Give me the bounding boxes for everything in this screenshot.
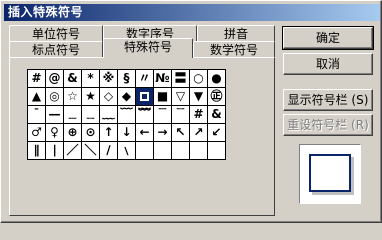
ok-button[interactable]: 确定 [282, 26, 374, 50]
symbol-cell[interactable]: § [118, 70, 136, 88]
symbol-cell-selected[interactable] [136, 88, 154, 106]
symbol-cell[interactable]: ▽ [172, 88, 190, 106]
symbol-cell[interactable]: ﹋ [118, 106, 136, 124]
symbol-cell[interactable]: ★ [82, 88, 100, 106]
symbol-cell[interactable]: ◆ [118, 88, 136, 106]
symbol-cell[interactable]: @ [46, 70, 64, 88]
tab-math-symbols[interactable]: 数学符号 [193, 41, 275, 58]
symbol-cell[interactable]: 〓 [172, 70, 190, 88]
symbol-cell[interactable]: ○ [190, 70, 208, 88]
symbol-cell[interactable]: ﹍ [64, 106, 82, 124]
symbol-cell[interactable]: & [64, 70, 82, 88]
symbol-cell[interactable]: ↖ [172, 124, 190, 142]
symbol-cell[interactable] [154, 142, 172, 160]
symbol-cell[interactable]: ＼ [82, 142, 100, 160]
symbol-cell[interactable]: ▼ [190, 88, 208, 106]
symbol-cell[interactable]: ☆ [64, 88, 82, 106]
symbol-cell[interactable]: ↓ [118, 124, 136, 142]
symbol-cell[interactable]: ﹊ [172, 106, 190, 124]
symbol-cell[interactable]: # [190, 106, 208, 124]
selected-symbol-glyph [140, 92, 149, 101]
title-bar: 插入特殊符号 [4, 4, 380, 21]
symbol-cell[interactable] [136, 142, 154, 160]
cancel-button-label: 取消 [315, 57, 340, 71]
symbol-cell[interactable] [190, 142, 208, 160]
symbol-cell[interactable]: — [46, 106, 64, 124]
symbol-cell[interactable]: ／ [64, 142, 82, 160]
reset-symbol-toolbar-button[interactable]: 重设符号栏 (R) [283, 114, 373, 136]
show-symbol-toolbar-button[interactable]: 显示符号栏 (S) [283, 89, 373, 111]
cancel-button[interactable]: 取消 [283, 53, 373, 75]
symbol-cell[interactable]: ◎ [46, 88, 64, 106]
symbol-cell[interactable]: → [154, 124, 172, 142]
dialog-title: 插入特殊符号 [8, 5, 84, 19]
symbol-cell[interactable]: ■ [154, 88, 172, 106]
preview-square-symbol [309, 154, 351, 192]
symbol-cell[interactable] [172, 142, 190, 160]
symbol-cell[interactable]: ↙ [208, 124, 226, 142]
symbol-cell[interactable]: ◇ [100, 88, 118, 106]
symbol-cell[interactable]: ∣ [46, 142, 64, 160]
symbol-cell[interactable]: ※ [100, 70, 118, 88]
symbol-cell[interactable]: ﹌ [136, 106, 154, 124]
symbol-cell[interactable]: * [82, 70, 100, 88]
symbol-cell[interactable]: ﹎ [82, 106, 100, 124]
symbol-cell[interactable]: ﹉ [154, 106, 172, 124]
symbol-cell[interactable]: № [154, 70, 172, 88]
symbol-preview [299, 144, 361, 204]
symbol-cell[interactable]: ⊙ [82, 124, 100, 142]
tab-punctuation[interactable]: 标点符号 [9, 41, 103, 58]
reset-symbol-toolbar-label: 重设符号栏 (R) [287, 118, 369, 132]
ok-button-label: 确定 [315, 31, 340, 45]
symbol-cell[interactable]: ♂ [28, 124, 46, 142]
tab-pinyin[interactable]: 拼音 [197, 25, 275, 42]
symbol-cell[interactable]: ▲ [28, 88, 46, 106]
symbol-cell[interactable]: ˉ [28, 106, 46, 124]
symbol-cell[interactable]: ↑ [100, 124, 118, 142]
tab-special-symbols[interactable]: 特殊符号 [103, 38, 193, 58]
symbol-cell[interactable]: # [28, 70, 46, 88]
symbol-cell[interactable]: ← [136, 124, 154, 142]
symbol-cell[interactable]: ﹨ [118, 142, 136, 160]
symbol-cell[interactable]: ﹏ [100, 106, 118, 124]
symbol-cell[interactable]: ㊣ [208, 88, 226, 106]
symbol-cell[interactable]: ∕ [100, 142, 118, 160]
symbol-cell[interactable]: ⊕ [64, 124, 82, 142]
symbol-cell[interactable]: ● [208, 70, 226, 88]
tab-unit-symbols[interactable]: 单位符号 [9, 25, 103, 42]
symbol-grid: # @ & * ※ § 〃 № 〓 ○ ● ▲ ◎ ☆ ★ ◇ ◆ ■ ▽ ▼ ㊣ ˉ — ﹍ ﹎ ﹏ ﹋ ﹌ ﹉ ﹊ # & ♂ ♀ ⊕ ⊙ ↑ ↓ ← →… [27, 69, 226, 160]
symbol-cell[interactable]: ♀ [46, 124, 64, 142]
symbol-cell[interactable] [208, 142, 226, 160]
show-symbol-toolbar-label: 显示符号栏 (S) [287, 93, 369, 107]
symbol-cell[interactable]: 〃 [136, 70, 154, 88]
symbol-cell[interactable]: & [208, 106, 226, 124]
symbol-cell[interactable]: ∥ [28, 142, 46, 160]
symbol-cell[interactable]: ↗ [190, 124, 208, 142]
